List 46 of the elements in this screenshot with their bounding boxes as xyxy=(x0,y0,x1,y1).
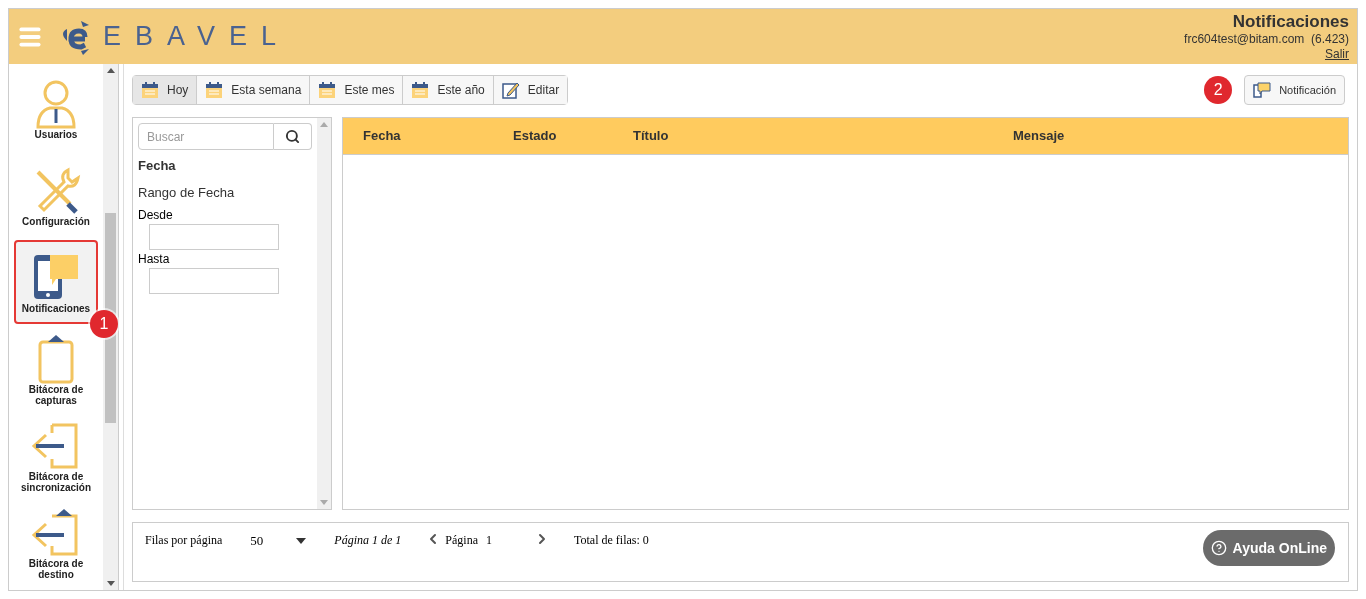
page-number-field[interactable]: 1 xyxy=(486,531,526,549)
page-title: Notificaciones xyxy=(1232,10,1349,33)
range-label: Rango de Fecha xyxy=(138,183,236,202)
search-icon xyxy=(285,129,300,144)
toolbar-button[interactable]: Este año xyxy=(403,76,494,104)
search-field[interactable]: Buscar xyxy=(138,123,274,150)
section-title: Fecha xyxy=(138,157,177,175)
callout-badge: 2 xyxy=(1204,76,1233,104)
sidebar-item[interactable]: Bitácora de destino xyxy=(14,501,98,585)
scroll-up-icon[interactable] xyxy=(106,68,115,73)
help-button[interactable]: Ayuda OnLine xyxy=(1202,530,1335,566)
calendar-icon xyxy=(141,81,159,99)
calendar-icon xyxy=(411,81,430,99)
toolbar-button[interactable]: Hoy xyxy=(133,76,198,104)
column-header[interactable]: Fecha xyxy=(343,126,493,146)
sidebar-item[interactable]: Configuración xyxy=(14,153,98,237)
user-email: frc604test@bitam.com (6.423) xyxy=(1184,32,1349,48)
scroll-down-icon[interactable] xyxy=(106,581,115,586)
search-button[interactable] xyxy=(274,123,312,150)
column-header[interactable]: Título xyxy=(613,126,943,146)
page-label: Página xyxy=(445,532,478,549)
rows-per-page-select[interactable]: 50 xyxy=(250,531,307,551)
toolbar-button[interactable]: Editar xyxy=(493,76,568,104)
logo-text: EBAVEL xyxy=(103,20,291,54)
calendar-icon xyxy=(205,81,224,99)
sidebar-item[interactable]: Notificaciones xyxy=(14,240,98,324)
to-date-field[interactable] xyxy=(149,268,279,294)
column-header[interactable]: Estado xyxy=(493,126,613,146)
pencil-icon xyxy=(501,81,520,99)
from-label: Desde xyxy=(138,207,174,224)
calendar-icon xyxy=(318,81,337,99)
to-label: Hasta xyxy=(138,251,171,268)
from-date-field[interactable] xyxy=(149,224,279,250)
column-header[interactable]: Mensaje xyxy=(943,126,1348,146)
logout-link[interactable]: Salir xyxy=(1325,47,1349,63)
caret-icon xyxy=(296,537,307,544)
toolbar-button[interactable]: Esta semana xyxy=(197,76,311,104)
toolbar-button[interactable]: Este mes xyxy=(310,76,404,104)
sidebar-item[interactable]: Usuarios xyxy=(14,66,98,150)
rows-per-page-label: Filas por página xyxy=(145,532,223,549)
total-rows: Total de filas: 0 xyxy=(574,531,649,549)
page-count: Página 1 de 1 xyxy=(334,532,402,549)
speech-bubble-icon xyxy=(1253,82,1272,98)
new-notification-button[interactable]: Notificación xyxy=(1244,75,1345,105)
help-icon xyxy=(1210,540,1227,556)
sidebar-item[interactable]: Bitácora de sincronización xyxy=(14,414,98,498)
